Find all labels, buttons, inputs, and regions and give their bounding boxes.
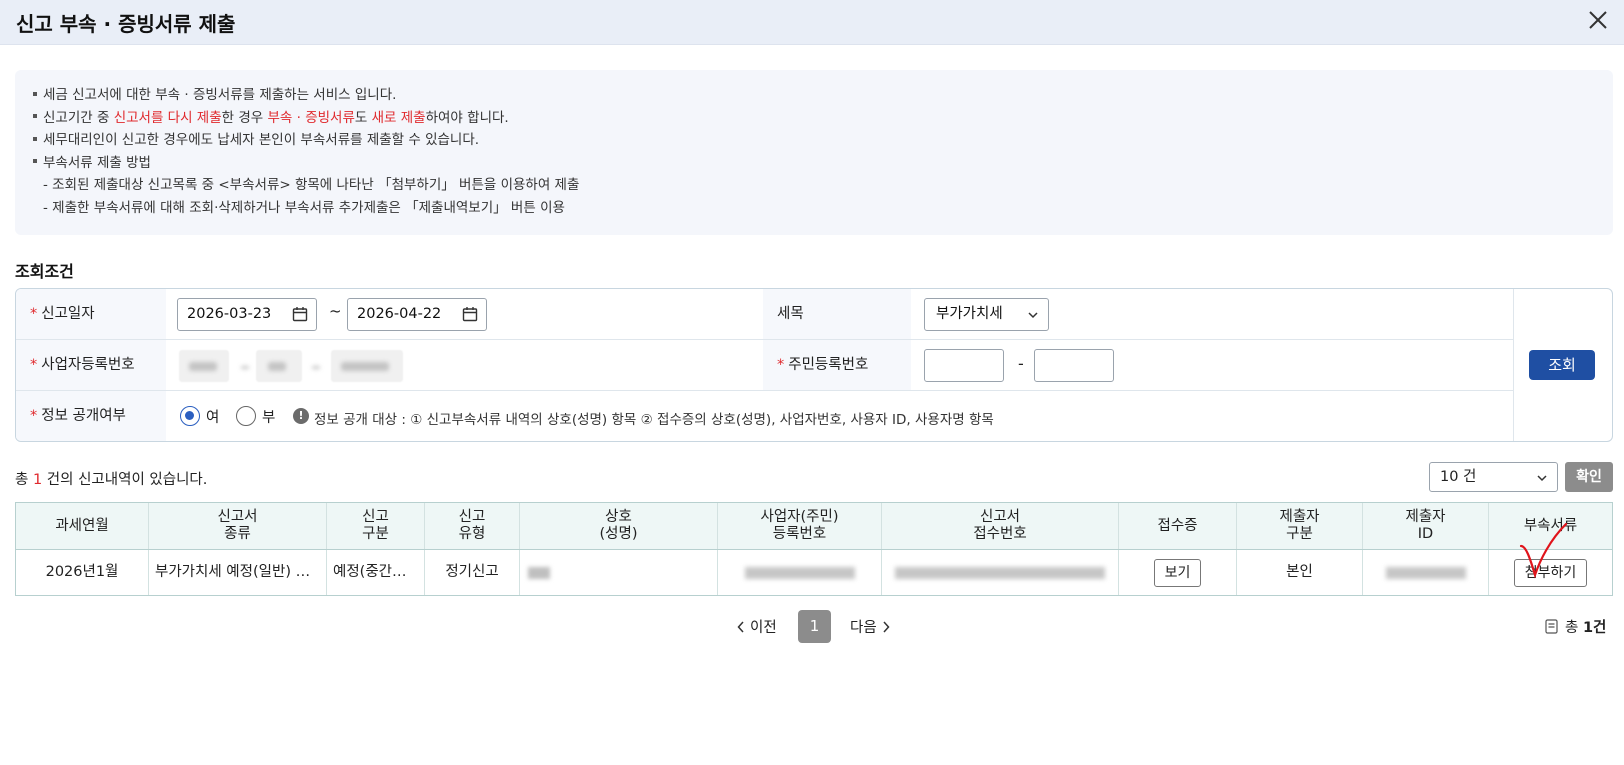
- bullet-icon: [33, 136, 37, 141]
- table-row: 2026년1월 부가가치세 예정(일반) 신고 예정(중간예납) 정기신고 보기…: [16, 550, 1612, 595]
- column-header: 접수증: [1119, 503, 1237, 549]
- date-to-input[interactable]: 2026-04-22: [347, 298, 487, 331]
- disclosure-no-label[interactable]: 부: [262, 406, 275, 427]
- column-header: 제출자 ID: [1363, 503, 1489, 549]
- notice-box: 세금 신고서에 대한 부속 · 증빙서류를 제출하는 서비스 입니다. 신고기간…: [15, 70, 1613, 235]
- page-number[interactable]: 1: [798, 610, 831, 643]
- disclosure-label: * 정보 공개여부: [16, 391, 166, 441]
- masked-text: [744, 566, 855, 579]
- search-row-date: * 신고일자 2026-03-23 ~ 2026-04-22 세목 부가가치세: [16, 289, 1513, 340]
- masked-text: [1385, 566, 1466, 579]
- chevron-down-icon: [1028, 312, 1038, 319]
- chevron-down-icon: [1537, 475, 1547, 482]
- chevron-right-icon: [883, 621, 890, 633]
- search-button[interactable]: 조회: [1529, 350, 1595, 380]
- date-range-separator: ~: [329, 302, 342, 320]
- dialog-title: 신고 부속 · 증빙서류 제출: [16, 12, 236, 36]
- disclosure-no-radio[interactable]: [236, 406, 256, 426]
- cell-period: 2026년1월: [16, 550, 149, 595]
- business-no-label: * 사업자등록번호: [16, 340, 166, 390]
- resident-no-front-input[interactable]: [924, 349, 1004, 382]
- calendar-icon[interactable]: [292, 306, 308, 322]
- disclosure-yes-radio[interactable]: [180, 406, 200, 426]
- column-header: 신고서 종류: [149, 503, 327, 549]
- results-table: 과세연월 신고서 종류 신고 구분 신고 유형 상호 (성명) 사업자(주민) …: [15, 502, 1613, 596]
- column-header: 신고 유형: [425, 503, 520, 549]
- cell-submitter-id: [1363, 550, 1489, 595]
- column-header: 제출자 구분: [1237, 503, 1363, 549]
- business-no-part3[interactable]: [331, 350, 403, 382]
- cell-company-name: [520, 550, 718, 595]
- notice-line: 세무대리인이 신고한 경우에도 납세자 본인이 부속서류를 제출할 수 있습니다…: [33, 129, 1595, 152]
- cell-report-type: 부가가치세 예정(일반) 신고: [149, 550, 327, 595]
- check-mark-annotation: [1519, 522, 1568, 579]
- search-section-title: 조회조건: [15, 262, 74, 281]
- next-page-button[interactable]: 다음: [850, 616, 890, 637]
- business-no-separator: [241, 350, 249, 382]
- notice-line: 세금 신고서에 대한 부속 · 증빙서류를 제출하는 서비스 입니다.: [33, 84, 1595, 107]
- confirm-button[interactable]: 확인: [1565, 462, 1613, 492]
- notice-subline: - 제출한 부속서류에 대해 조회·삭제하거나 부속서류 추가제출은 「제출내역…: [43, 199, 565, 216]
- masked-text: [528, 566, 550, 579]
- cell-submitter-type: 본인: [1237, 550, 1363, 595]
- cell-report-class: 예정(중간예납): [327, 550, 425, 595]
- masked-text: [895, 566, 1105, 579]
- resident-no-separator: -: [1018, 354, 1024, 373]
- notice-line: 신고기간 중 신고서를 다시 제출한 경우 부속 · 증빙서류도 새로 제출하여…: [33, 107, 1595, 130]
- document-icon: [1545, 619, 1558, 634]
- column-header: 상호 (성명): [520, 503, 718, 549]
- tax-item-label: 세목: [763, 289, 911, 339]
- column-header: 신고 구분: [327, 503, 425, 549]
- date-from-input[interactable]: 2026-03-23: [177, 298, 317, 331]
- page-size-select[interactable]: 10 건: [1429, 462, 1558, 492]
- cell-report-kind: 정기신고: [425, 550, 520, 595]
- close-icon[interactable]: [1584, 6, 1612, 34]
- divider: [1513, 289, 1514, 441]
- resident-no-back-input[interactable]: [1034, 349, 1114, 382]
- disclosure-note: 정보 공개 대상 : ① 신고부속서류 내역의 상호(성명) 항목 ② 접수증의…: [314, 412, 994, 428]
- column-header: 신고서 접수번호: [882, 503, 1119, 549]
- bullet-icon: [33, 91, 37, 96]
- total-count: 총 1건: [1565, 620, 1607, 636]
- cell-receipt: 보기: [1119, 550, 1237, 595]
- search-row-ids: * 사업자등록번호 * 주민등록번호 -: [16, 340, 1513, 391]
- business-no-part2[interactable]: [256, 350, 302, 382]
- notice-line: 부속서류 제출 방법: [33, 152, 1595, 175]
- tax-item-select[interactable]: 부가가치세: [924, 298, 1049, 331]
- cell-registration-no: [718, 550, 882, 595]
- cell-receipt-no: [882, 550, 1119, 595]
- search-form: * 신고일자 2026-03-23 ~ 2026-04-22 세목 부가가치세 *…: [15, 288, 1613, 442]
- search-row-disclosure: * 정보 공개여부 여 부 ! 정보 공개 대상 : ① 신고부속서류 내역의 상…: [16, 391, 1513, 441]
- column-header: 사업자(주민) 등록번호: [718, 503, 882, 549]
- chevron-left-icon: [737, 621, 744, 633]
- result-count: 총 1 건의 신고내역이 있습니다.: [15, 472, 208, 488]
- calendar-icon[interactable]: [462, 306, 478, 322]
- pagination: 이전 1 다음: [0, 610, 1624, 643]
- business-no-separator: [312, 350, 320, 382]
- notice-subline: - 조회된 제출대상 신고목록 중 <부속서류> 항목에 나타난 「첨부하기」 …: [43, 177, 580, 193]
- business-no-part1[interactable]: [179, 350, 229, 382]
- resident-no-label: * 주민등록번호: [763, 340, 911, 390]
- dialog-titlebar: 신고 부속 · 증빙서류 제출: [0, 0, 1624, 45]
- column-header: 과세연월: [16, 503, 149, 549]
- bullet-icon: [33, 114, 37, 118]
- date-label: * 신고일자: [16, 289, 166, 339]
- prev-page-button[interactable]: 이전: [737, 616, 777, 637]
- info-icon: !: [293, 408, 309, 424]
- bullet-icon: [33, 159, 37, 163]
- disclosure-yes-label[interactable]: 여: [206, 406, 219, 427]
- view-receipt-button[interactable]: 보기: [1153, 558, 1202, 587]
- table-header: 과세연월 신고서 종류 신고 구분 신고 유형 상호 (성명) 사업자(주민) …: [16, 503, 1612, 550]
